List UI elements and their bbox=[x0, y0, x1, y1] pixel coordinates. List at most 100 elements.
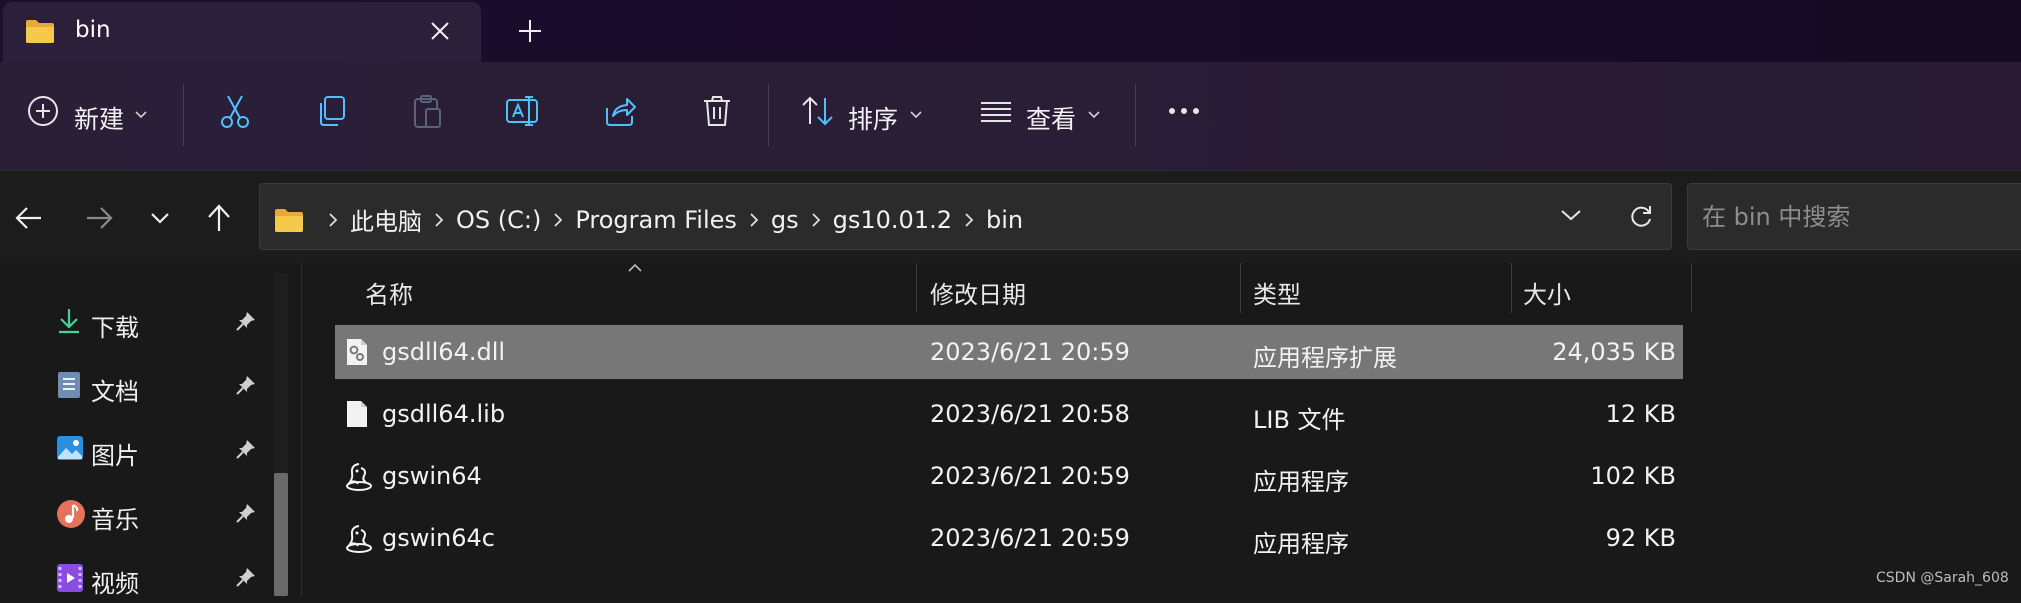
sidebar-item-downloads[interactable]: 下载 bbox=[0, 295, 268, 347]
column-divider[interactable] bbox=[1511, 263, 1512, 313]
column-header-type[interactable]: 类型 bbox=[1253, 275, 1301, 310]
blank-file-icon bbox=[345, 400, 369, 428]
tab-title: bin bbox=[75, 17, 111, 43]
search-box[interactable] bbox=[1687, 183, 2021, 250]
sidebar-scrollbar-thumb[interactable] bbox=[274, 473, 288, 596]
file-name: gsdll64.dll bbox=[382, 338, 506, 366]
delete-icon[interactable] bbox=[700, 94, 734, 128]
forward-icon[interactable] bbox=[84, 205, 114, 231]
copy-icon[interactable] bbox=[314, 94, 348, 128]
column-divider[interactable] bbox=[916, 263, 917, 313]
navigation-pane: 下载 文档 图片 音乐 视频 bbox=[0, 263, 270, 598]
ghostscript-app-icon bbox=[345, 524, 373, 554]
file-name: gswin64 bbox=[382, 462, 482, 490]
file-size: 102 KB bbox=[1590, 462, 1676, 490]
refresh-icon[interactable] bbox=[1628, 204, 1654, 230]
file-modified: 2023/6/21 20:59 bbox=[930, 462, 1130, 490]
chevron-down-icon bbox=[134, 110, 148, 120]
breadcrumb: 此电脑 OS (C:) Program Files gs gs10.01.2 b… bbox=[274, 202, 1023, 237]
column-header-size[interactable]: 大小 bbox=[1523, 275, 1571, 310]
chevron-right-icon[interactable] bbox=[749, 212, 759, 228]
new-label: 新建 bbox=[74, 105, 125, 134]
folder-icon bbox=[274, 207, 304, 233]
pin-icon[interactable] bbox=[236, 567, 256, 587]
sidebar-item-videos[interactable]: 视频 bbox=[0, 551, 268, 603]
chevron-right-icon[interactable] bbox=[328, 212, 338, 228]
pin-icon[interactable] bbox=[236, 439, 256, 459]
chevron-right-icon[interactable] bbox=[811, 212, 821, 228]
recent-locations-icon[interactable] bbox=[150, 211, 170, 225]
sort-ascending-icon bbox=[627, 263, 643, 273]
watermark: CSDN @Sarah_608 bbox=[1876, 570, 2009, 586]
breadcrumb-bin[interactable]: bin bbox=[986, 206, 1023, 234]
pin-icon[interactable] bbox=[236, 311, 256, 331]
file-row[interactable]: gswin64 2023/6/21 20:59 应用程序 102 KB bbox=[335, 449, 1683, 503]
sidebar-item-label: 音乐 bbox=[91, 506, 139, 534]
file-size: 12 KB bbox=[1605, 400, 1676, 428]
share-icon[interactable] bbox=[603, 94, 637, 128]
up-icon[interactable] bbox=[206, 203, 232, 233]
download-icon bbox=[56, 307, 82, 335]
column-header-name[interactable]: 名称 bbox=[365, 275, 413, 310]
paste-icon[interactable] bbox=[410, 94, 444, 130]
toolbar-divider bbox=[1135, 84, 1136, 146]
pin-icon[interactable] bbox=[236, 375, 256, 395]
breadcrumb-program-files[interactable]: Program Files bbox=[575, 206, 737, 234]
more-icon[interactable] bbox=[1166, 94, 1202, 128]
file-modified: 2023/6/21 20:59 bbox=[930, 524, 1130, 552]
sidebar-item-label: 图片 bbox=[91, 442, 139, 470]
file-type: 应用程序扩展 bbox=[1253, 344, 1397, 372]
file-size: 24,035 KB bbox=[1552, 338, 1676, 366]
file-type: 应用程序 bbox=[1253, 530, 1349, 558]
title-bar: bin bbox=[0, 0, 2021, 62]
column-divider[interactable] bbox=[1691, 263, 1692, 313]
back-icon[interactable] bbox=[14, 205, 44, 231]
sidebar-item-documents[interactable]: 文档 bbox=[0, 359, 268, 411]
chevron-right-icon[interactable] bbox=[434, 212, 444, 228]
rename-icon[interactable] bbox=[505, 94, 541, 128]
video-icon bbox=[56, 563, 84, 593]
view-icon bbox=[979, 94, 1013, 128]
close-icon[interactable] bbox=[427, 18, 453, 44]
cut-icon[interactable] bbox=[218, 94, 252, 130]
toolbar-divider bbox=[768, 84, 769, 146]
sort-icon bbox=[800, 94, 836, 128]
breadcrumb-gs[interactable]: gs bbox=[771, 206, 799, 234]
column-divider[interactable] bbox=[1240, 263, 1241, 313]
file-row[interactable]: gsdll64.lib 2023/6/21 20:58 LIB 文件 12 KB bbox=[335, 387, 1683, 441]
file-list: 名称 修改日期 类型 大小 gsdll64.dll 2023/6/21 20:5… bbox=[300, 263, 2021, 596]
sidebar-item-label: 视频 bbox=[91, 570, 139, 598]
music-icon bbox=[56, 499, 86, 529]
file-modified: 2023/6/21 20:58 bbox=[930, 400, 1130, 428]
breadcrumb-os-c[interactable]: OS (C:) bbox=[456, 206, 541, 234]
address-dropdown-icon[interactable] bbox=[1560, 208, 1582, 222]
chevron-down-icon bbox=[909, 110, 923, 120]
sidebar-item-music[interactable]: 音乐 bbox=[0, 487, 268, 539]
breadcrumb-gs-version[interactable]: gs10.01.2 bbox=[833, 206, 952, 234]
file-row[interactable]: gsdll64.dll 2023/6/21 20:59 应用程序扩展 24,03… bbox=[335, 325, 1683, 379]
column-header-modified[interactable]: 修改日期 bbox=[930, 275, 1026, 310]
search-input[interactable] bbox=[1700, 198, 2004, 236]
file-row[interactable]: gswin64c 2023/6/21 20:59 应用程序 92 KB bbox=[335, 511, 1683, 565]
pictures-icon bbox=[56, 435, 84, 461]
command-toolbar: 新建 排序 查看 bbox=[0, 62, 2021, 170]
new-tab-button[interactable] bbox=[515, 16, 545, 46]
file-type: 应用程序 bbox=[1253, 468, 1349, 496]
chevron-right-icon[interactable] bbox=[964, 212, 974, 228]
file-name: gswin64c bbox=[382, 524, 495, 552]
sort-label: 排序 bbox=[848, 105, 899, 134]
sidebar-item-pictures[interactable]: 图片 bbox=[0, 423, 268, 475]
file-size: 92 KB bbox=[1605, 524, 1676, 552]
address-bar[interactable]: 此电脑 OS (C:) Program Files gs gs10.01.2 b… bbox=[259, 183, 1672, 250]
file-type: LIB 文件 bbox=[1253, 406, 1346, 434]
dll-file-icon bbox=[345, 338, 369, 366]
view-label: 查看 bbox=[1026, 105, 1077, 134]
pin-icon[interactable] bbox=[236, 503, 256, 523]
breadcrumb-this-pc[interactable]: 此电脑 bbox=[350, 202, 422, 237]
tab-bin[interactable]: bin bbox=[3, 2, 481, 62]
chevron-right-icon[interactable] bbox=[553, 212, 563, 228]
navigation-bar: 此电脑 OS (C:) Program Files gs gs10.01.2 b… bbox=[0, 170, 2021, 263]
file-name: gsdll64.lib bbox=[382, 400, 506, 428]
sidebar-item-label: 下载 bbox=[91, 314, 139, 342]
sidebar-item-label: 文档 bbox=[91, 378, 139, 406]
